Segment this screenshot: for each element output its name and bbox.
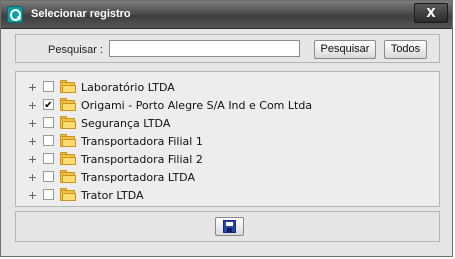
tree-node[interactable]: Transportadora Filial 1 [16,132,436,150]
save-button[interactable] [215,217,244,236]
expand-plus-icon[interactable] [28,83,37,92]
node-label[interactable]: Laboratório LTDA [81,81,175,94]
app-logo-icon [7,6,23,23]
folder-icon [60,80,76,93]
node-label[interactable]: Segurança LTDA [81,117,170,130]
tree-node[interactable]: Trator LTDA [16,186,436,204]
show-all-button[interactable]: Todos [384,40,427,59]
tree-node[interactable]: Laboratório LTDA [16,78,436,96]
node-label[interactable]: Transportadora Filial 2 [81,153,203,166]
node-label[interactable]: Transportadora Filial 1 [81,135,203,148]
node-checkbox[interactable] [43,171,54,182]
tree-node[interactable]: Transportadora Filial 2 [16,150,436,168]
folder-icon [60,170,76,183]
node-label[interactable]: Origami - Porto Alegre S/A Ind e Com Ltd… [81,99,312,112]
select-record-dialog: Selecionar registro X Pesquisar : Pesqui… [0,0,453,257]
tree-panel: Laboratório LTDA Origami - Porto Alegre … [15,71,440,207]
expand-plus-icon[interactable] [28,191,37,200]
folder-icon [60,98,76,111]
node-checkbox[interactable] [43,99,54,110]
tree-node[interactable]: Segurança LTDA [16,114,436,132]
expand-plus-icon[interactable] [28,101,37,110]
search-panel: Pesquisar : Pesquisar Todos [15,34,440,63]
node-checkbox[interactable] [43,81,54,92]
expand-plus-icon[interactable] [28,155,37,164]
footer-panel [15,211,440,242]
expand-plus-icon[interactable] [28,137,37,146]
node-checkbox[interactable] [43,189,54,200]
tree-node[interactable]: Origami - Porto Alegre S/A Ind e Com Ltd… [16,96,436,114]
floppy-disk-icon [223,220,236,233]
expand-plus-icon[interactable] [28,173,37,182]
tree-node[interactable]: Transportadora LTDA [16,168,436,186]
search-label: Pesquisar : [48,44,104,56]
node-label[interactable]: Transportadora LTDA [81,171,195,184]
node-checkbox[interactable] [43,135,54,146]
search-button[interactable]: Pesquisar [314,40,376,59]
title-bar[interactable]: Selecionar registro X [1,1,452,29]
close-button[interactable]: X [414,3,448,23]
node-checkbox[interactable] [43,153,54,164]
folder-icon [60,188,76,201]
folder-icon [60,116,76,129]
folder-icon [60,134,76,147]
expand-plus-icon[interactable] [28,119,37,128]
folder-icon [60,152,76,165]
node-label[interactable]: Trator LTDA [81,189,144,202]
dialog-title: Selecionar registro [31,8,131,20]
node-checkbox[interactable] [43,117,54,128]
search-input[interactable] [109,40,300,57]
